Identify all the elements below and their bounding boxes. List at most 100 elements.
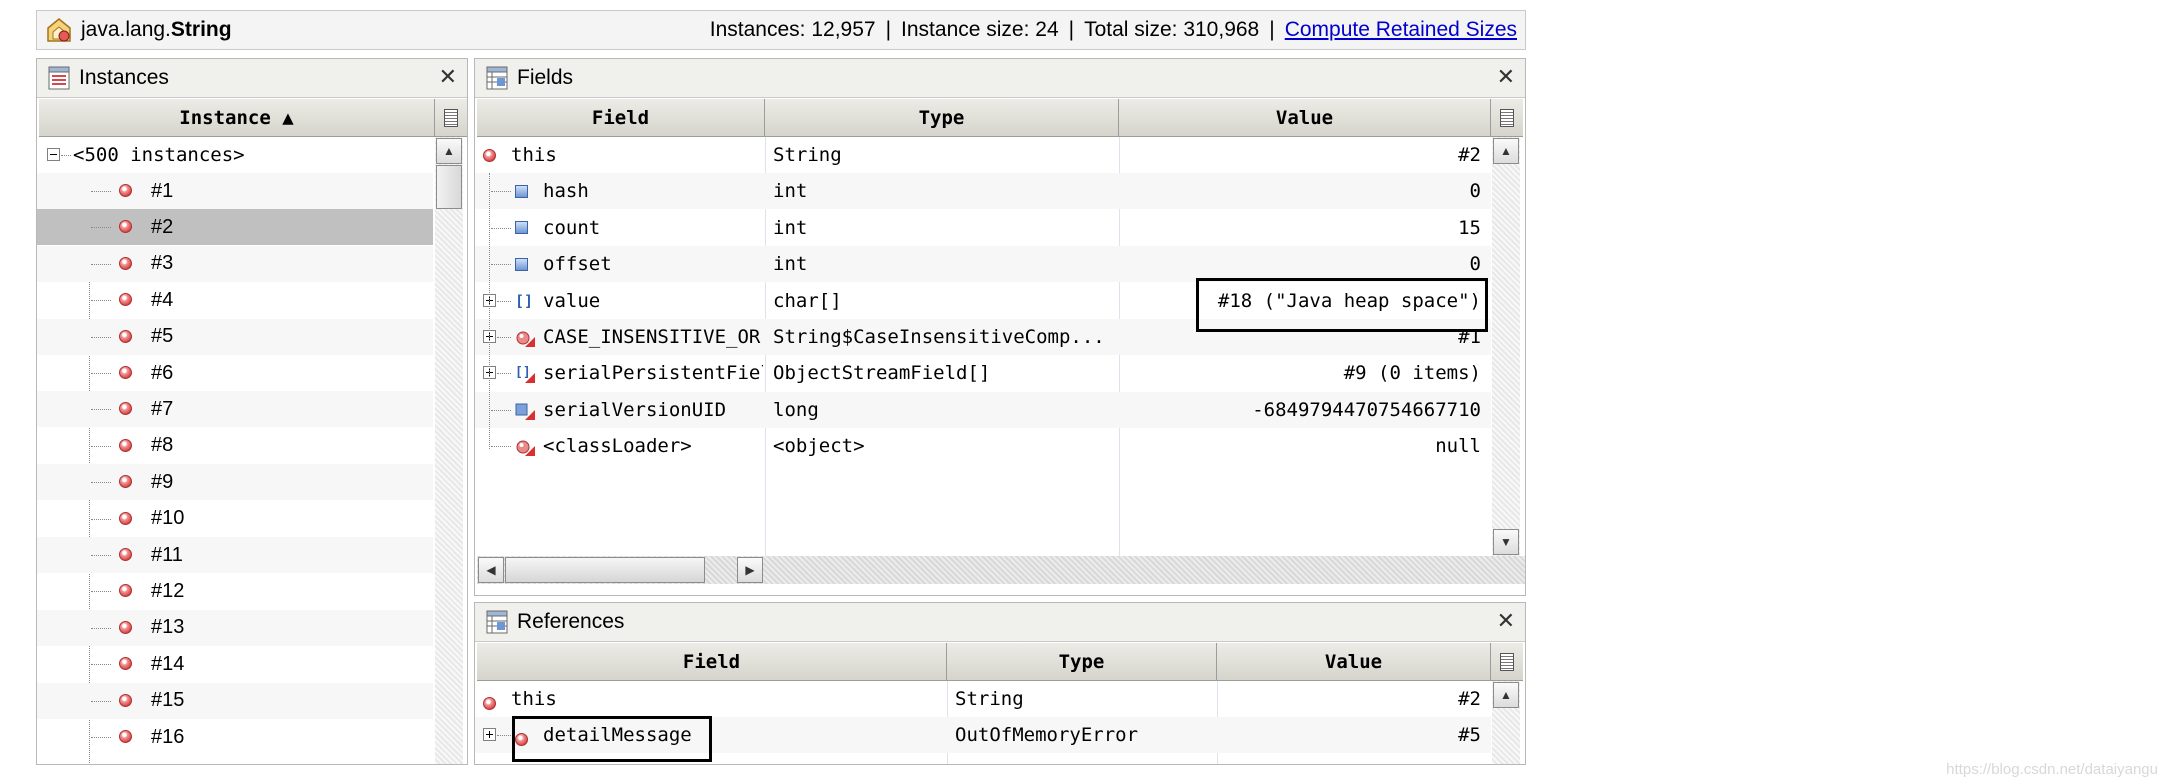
instance-icon bbox=[119, 511, 132, 525]
array-field-icon: [] bbox=[515, 292, 533, 310]
ref-value-column-header[interactable]: Value bbox=[1217, 643, 1491, 681]
scroll-up-icon[interactable]: ▲ bbox=[1493, 682, 1519, 708]
instances-count: Instances: 12,957 bbox=[709, 18, 876, 41]
close-icon[interactable]: ✕ bbox=[1497, 65, 1515, 89]
collapse-icon[interactable] bbox=[47, 148, 60, 161]
instance-label: #14 bbox=[151, 652, 185, 675]
fields-panel-title: Fields bbox=[517, 66, 574, 89]
field-name: value bbox=[543, 289, 601, 312]
field-type: long bbox=[773, 398, 819, 421]
field-row[interactable]: [] serialPersistentFields ObjectStreamFiel… bbox=[475, 355, 1491, 391]
instance-row[interactable]: #6 bbox=[37, 355, 433, 391]
instance-dot-icon bbox=[483, 148, 496, 162]
scroll-thumb[interactable] bbox=[436, 165, 462, 209]
instance-row[interactable]: #8 bbox=[37, 428, 433, 464]
field-type: int bbox=[773, 216, 808, 239]
column-chooser-icon[interactable] bbox=[1491, 99, 1523, 137]
scroll-down-icon[interactable]: ▼ bbox=[1493, 529, 1519, 555]
instance-label: #1 bbox=[151, 179, 174, 202]
column-chooser-icon[interactable] bbox=[435, 99, 467, 137]
scroll-up-icon[interactable]: ▲ bbox=[436, 138, 462, 164]
field-name: this bbox=[511, 144, 557, 166]
ref-type-column-header[interactable]: Type bbox=[947, 643, 1217, 681]
instance-row[interactable]: #10 bbox=[37, 501, 433, 537]
instance-label: #3 bbox=[151, 252, 174, 275]
instances-panel-title: Instances bbox=[79, 66, 169, 89]
instance-row[interactable]: #14 bbox=[37, 646, 433, 682]
value-column-header[interactable]: Value bbox=[1119, 99, 1491, 137]
fields-horizontal-scrollbar[interactable]: ◀ ▶ bbox=[477, 556, 1525, 584]
instance-icon bbox=[119, 256, 132, 270]
horizontal-scroll-thumb[interactable] bbox=[505, 557, 705, 583]
instance-row[interactable]: #2 bbox=[37, 209, 433, 246]
field-column-header[interactable]: Field bbox=[477, 99, 765, 137]
instance-label: #4 bbox=[151, 288, 174, 311]
instance-icon bbox=[119, 475, 132, 489]
instance-label: #10 bbox=[151, 507, 185, 530]
field-type: ObjectStreamField[] bbox=[773, 362, 991, 385]
instance-row[interactable]: #7 bbox=[37, 391, 433, 428]
instances-vertical-scrollbar[interactable]: ▲ bbox=[435, 137, 463, 764]
instance-row[interactable]: #3 bbox=[37, 245, 433, 282]
instance-label: #7 bbox=[151, 397, 174, 420]
class-info-bar: java.lang.String Instances: 12,957 | Insta… bbox=[36, 10, 1526, 50]
tree-root-row[interactable]: <500 instances> bbox=[37, 137, 433, 173]
instance-size: Instance size: 24 bbox=[901, 18, 1059, 41]
instance-icon bbox=[119, 329, 132, 343]
instance-row[interactable]: #13 bbox=[37, 609, 433, 646]
instance-label: #6 bbox=[151, 361, 174, 384]
expand-icon[interactable] bbox=[483, 728, 496, 742]
instance-row[interactable]: #16 bbox=[37, 719, 433, 755]
instance-row[interactable]: #4 bbox=[37, 282, 433, 318]
field-type: char[] bbox=[773, 289, 842, 312]
field-type: String bbox=[773, 144, 842, 166]
field-value: #2 bbox=[1458, 144, 1481, 166]
field-name: count bbox=[543, 216, 601, 239]
type-column-header[interactable]: Type bbox=[765, 99, 1119, 137]
reference-row[interactable]: this String #2 bbox=[475, 681, 1491, 717]
field-name: CASE_INSENSITIVE_OR bbox=[543, 326, 761, 348]
instance-row[interactable]: #11 bbox=[37, 537, 433, 573]
instance-label: #9 bbox=[151, 470, 174, 493]
scroll-left-icon[interactable]: ◀ bbox=[478, 557, 504, 583]
instance-row[interactable]: #15 bbox=[37, 682, 433, 719]
instance-label: #2 bbox=[151, 215, 174, 238]
instance-label: #16 bbox=[151, 725, 185, 748]
field-name: serialVersionUID bbox=[543, 398, 727, 421]
column-chooser-icon[interactable] bbox=[1491, 643, 1523, 681]
field-row[interactable]: hash int 0 bbox=[475, 173, 1491, 210]
field-row[interactable]: count int 15 bbox=[475, 210, 1491, 246]
field-row[interactable]: serialVersionUID long -6849794470754667710 bbox=[475, 391, 1491, 428]
instance-row[interactable]: #12 bbox=[37, 573, 433, 609]
primitive-field-icon bbox=[515, 184, 528, 198]
field-row[interactable]: <classLoader> <object> null bbox=[475, 428, 1491, 464]
total-size: Total size: 310,968 bbox=[1084, 18, 1260, 41]
instance-row[interactable]: #9 bbox=[37, 464, 433, 501]
field-row[interactable]: this String #2 bbox=[475, 137, 1491, 173]
primitive-field-icon bbox=[515, 221, 528, 235]
instance-label: #13 bbox=[151, 616, 185, 639]
watermark: https://blog.csdn.net/dataiyangu bbox=[1946, 761, 2158, 778]
field-name: hash bbox=[543, 180, 589, 203]
scroll-right-icon[interactable]: ▶ bbox=[737, 557, 763, 583]
field-row[interactable]: offset int 0 bbox=[475, 246, 1491, 283]
instance-label: #11 bbox=[151, 543, 183, 566]
close-icon[interactable]: ✕ bbox=[439, 65, 457, 89]
instance-row[interactable]: #5 bbox=[37, 318, 433, 355]
close-icon[interactable]: ✕ bbox=[1497, 609, 1515, 633]
scroll-up-icon[interactable]: ▲ bbox=[1493, 138, 1519, 164]
compute-retained-sizes-link[interactable]: Compute Retained Sizes bbox=[1285, 18, 1517, 41]
static-instance-field-icon bbox=[516, 331, 535, 347]
instance-row[interactable]: #1 bbox=[37, 173, 433, 209]
instance-column-header[interactable]: Instance ▲ bbox=[39, 99, 435, 137]
references-vertical-scrollbar[interactable]: ▲ bbox=[1492, 681, 1520, 764]
instance-icon bbox=[119, 220, 132, 234]
class-name: java.lang.String bbox=[81, 18, 232, 41]
class-icon bbox=[45, 16, 73, 44]
fields-vertical-scrollbar[interactable]: ▲ ▼ bbox=[1492, 137, 1520, 556]
static-instance-field-icon bbox=[516, 440, 535, 457]
heap-walker-window: java.lang.String Instances: 12,957 | Insta… bbox=[36, 10, 1526, 765]
svg-text:[]: [] bbox=[515, 292, 533, 310]
instance-icon bbox=[119, 438, 132, 452]
ref-field-column-header[interactable]: Field bbox=[477, 643, 947, 681]
